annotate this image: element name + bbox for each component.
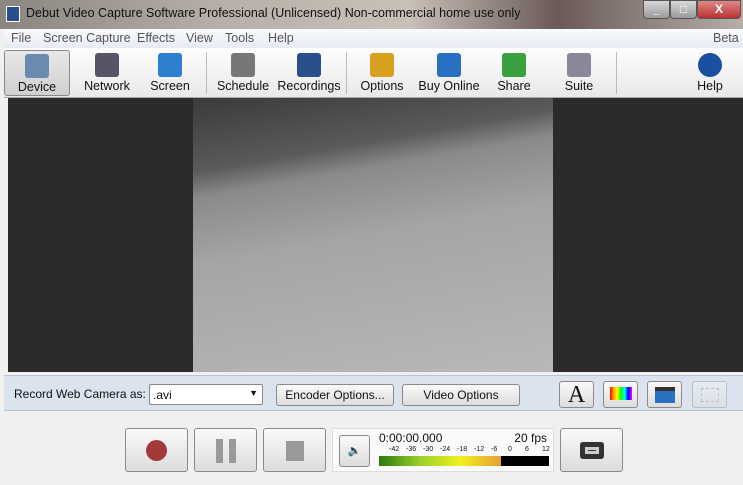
audio-level-fill bbox=[379, 456, 502, 466]
record-as-label: Record Web Camera as: bbox=[14, 387, 146, 401]
scale-tick: -24 bbox=[440, 446, 451, 453]
video-preview bbox=[8, 98, 743, 372]
scale-tick: -12 bbox=[474, 446, 485, 453]
toolbar-help-button[interactable]: Help bbox=[680, 50, 740, 96]
toolbar-schedule-button[interactable]: Schedule bbox=[210, 50, 276, 96]
toolbar-label: Recordings bbox=[277, 79, 341, 93]
menu-help[interactable]: Help bbox=[268, 31, 294, 45]
camera-icon bbox=[579, 442, 604, 459]
menu-bar: File Screen Capture Effects View Tools H… bbox=[4, 29, 743, 48]
menu-file[interactable]: File bbox=[11, 31, 31, 45]
menu-tools[interactable]: Tools bbox=[225, 31, 254, 45]
text-icon: A bbox=[567, 382, 586, 408]
toolbar-separator bbox=[206, 52, 207, 94]
toolbar: Device Network Screen Schedule Recordings Opt… bbox=[4, 48, 743, 98]
maximize-button[interactable]: □ bbox=[670, 0, 697, 19]
volume-button[interactable]: 🔈 bbox=[339, 435, 370, 467]
stop-icon bbox=[285, 441, 304, 461]
webcam-icon bbox=[25, 54, 49, 78]
scale-tick: -6 bbox=[491, 446, 498, 453]
scale-tick: 0 bbox=[508, 446, 512, 453]
suite-briefcase-icon bbox=[567, 53, 591, 77]
color-spectrum-icon bbox=[609, 387, 632, 400]
help-icon bbox=[698, 53, 722, 77]
audio-level-meter bbox=[379, 456, 549, 466]
format-value: .avi bbox=[153, 388, 172, 402]
minimize-button[interactable]: _ bbox=[643, 0, 670, 19]
toolbar-label: Screen bbox=[150, 79, 190, 93]
encoder-options-button[interactable]: Encoder Options... bbox=[276, 384, 394, 406]
window-title: Debut Video Capture Software Professiona… bbox=[26, 6, 521, 20]
toolbar-recordings-button[interactable]: Recordings bbox=[276, 50, 342, 96]
recordings-icon bbox=[297, 53, 321, 77]
pause-icon bbox=[215, 439, 236, 463]
scale-tick: 12 bbox=[542, 446, 550, 453]
scale-tick: -18 bbox=[457, 446, 468, 453]
toolbar-suite-button[interactable]: Suite bbox=[549, 50, 609, 96]
toolbar-label: Device bbox=[17, 80, 57, 94]
close-button[interactable]: X bbox=[697, 0, 741, 19]
screen-icon bbox=[158, 53, 182, 77]
app-icon bbox=[6, 6, 20, 22]
menu-effects[interactable]: Effects bbox=[137, 31, 175, 45]
toolbar-network-button[interactable]: Network bbox=[74, 50, 140, 96]
pause-button[interactable] bbox=[194, 428, 257, 472]
scale-tick: -30 bbox=[423, 446, 434, 453]
status-panel: 🔈 0:00:00.000 20 fps -42 -36 -30 -24 -18 -12-… bbox=[332, 428, 554, 472]
toolbar-share-button[interactable]: Share bbox=[484, 50, 544, 96]
scale-tick: -42 bbox=[389, 446, 400, 453]
toolbar-device-button[interactable]: Device bbox=[4, 50, 70, 96]
toolbar-separator bbox=[616, 52, 617, 94]
toolbar-label: Share bbox=[497, 79, 531, 93]
buy-online-globe-icon bbox=[437, 53, 461, 77]
video-options-button[interactable]: Video Options bbox=[402, 384, 520, 406]
color-adjust-button[interactable] bbox=[603, 381, 638, 408]
toolbar-screen-button[interactable]: Screen bbox=[140, 50, 200, 96]
options-bar: Record Web Camera as: .avi ▼ Encoder Opt… bbox=[4, 375, 743, 411]
crop-selection-button[interactable] bbox=[692, 381, 727, 408]
schedule-icon bbox=[231, 53, 255, 77]
options-tools-icon bbox=[370, 53, 394, 77]
elapsed-time: 0:00:00.000 bbox=[379, 431, 443, 445]
record-icon bbox=[146, 440, 167, 461]
menu-screen-capture[interactable]: Screen Capture bbox=[43, 31, 131, 45]
video-effects-button[interactable] bbox=[647, 381, 682, 408]
clapperboard-icon bbox=[654, 387, 675, 403]
speaker-icon: 🔈 bbox=[347, 445, 362, 457]
toolbar-label: Help bbox=[697, 79, 723, 93]
toolbar-label: Network bbox=[84, 79, 130, 93]
record-button[interactable] bbox=[125, 428, 188, 472]
toolbar-label: Buy Online bbox=[418, 79, 480, 93]
chevron-down-icon: ▼ bbox=[249, 388, 258, 398]
toolbar-label: Suite bbox=[564, 79, 594, 93]
title-bar: Debut Video Capture Software Professiona… bbox=[0, 0, 743, 29]
toolbar-label: Schedule bbox=[216, 79, 270, 93]
toolbar-separator bbox=[346, 52, 347, 94]
scale-tick: -36 bbox=[406, 446, 417, 453]
beta-label: Beta bbox=[713, 31, 739, 45]
stop-button[interactable] bbox=[263, 428, 326, 472]
format-select[interactable]: .avi ▼ bbox=[149, 384, 263, 405]
fps-readout: 20 fps bbox=[514, 431, 547, 445]
snapshot-button[interactable] bbox=[560, 428, 623, 472]
audio-scale: -42 -36 -30 -24 -18 -12 -6 0 6 12 bbox=[379, 446, 550, 456]
selection-icon bbox=[700, 388, 719, 402]
share-thumbs-up-icon bbox=[502, 53, 526, 77]
scale-tick: 6 bbox=[525, 446, 529, 453]
camera-feed bbox=[193, 98, 553, 372]
menu-view[interactable]: View bbox=[186, 31, 213, 45]
text-overlay-button[interactable]: A bbox=[559, 381, 594, 408]
toolbar-options-button[interactable]: Options bbox=[350, 50, 414, 96]
toolbar-buy-online-button[interactable]: Buy Online bbox=[416, 50, 482, 96]
toolbar-label: Options bbox=[360, 79, 404, 93]
network-camera-icon bbox=[95, 53, 119, 77]
